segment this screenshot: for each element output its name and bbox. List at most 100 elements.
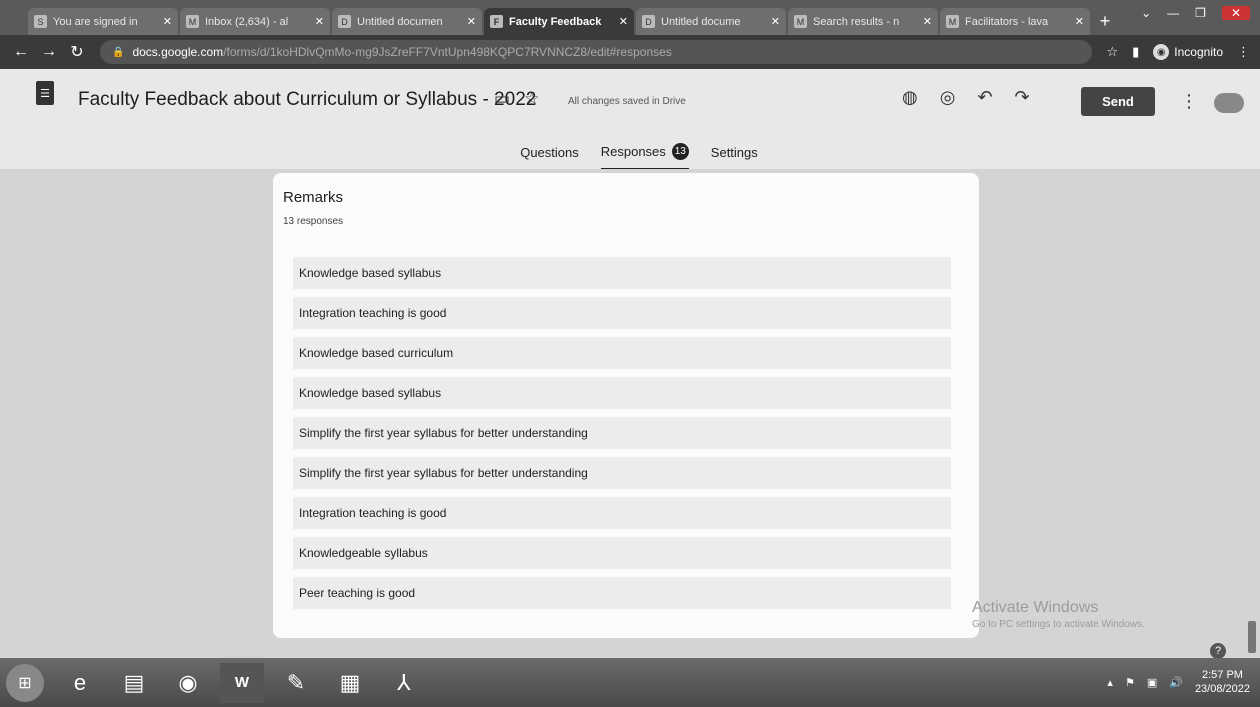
browser-tab[interactable]: M Inbox (2,634) - al ✕ xyxy=(180,8,330,35)
clock-time: 2:57 PM xyxy=(1201,669,1243,681)
responses-content: Remarks 13 responses Knowledge based syl… xyxy=(0,169,1260,659)
url-host: docs.google.com xyxy=(132,45,224,59)
close-tab-icon[interactable]: ✕ xyxy=(1075,15,1084,28)
tab-title: Facilitators - lava xyxy=(965,15,1049,28)
close-tab-icon[interactable]: ✕ xyxy=(315,15,324,28)
tab-responses[interactable]: Responses 13 xyxy=(600,143,689,170)
tab-title: Untitled docume xyxy=(661,15,741,28)
tab-favicon-icon: D xyxy=(338,15,351,28)
close-tab-icon[interactable]: ✕ xyxy=(467,15,476,28)
browser-tab[interactable]: D Untitled docume ✕ xyxy=(636,8,786,35)
save-status: All changes saved in Drive xyxy=(568,96,686,107)
address-toolbar: ← → ↻ 🔒 docs.google.com/forms/d/1koHDlvQ… xyxy=(0,35,1260,69)
bookmark-star-icon[interactable]: ☆ xyxy=(1106,44,1118,60)
response-item: Knowledge based curriculum xyxy=(293,337,951,369)
volume-icon[interactable]: 🔊 xyxy=(1169,676,1183,689)
lock-icon[interactable]: 🔒 xyxy=(112,47,124,58)
tab-title: Inbox (2,634) - al xyxy=(205,15,289,28)
tray-expand-icon[interactable]: ▴ xyxy=(1107,676,1113,689)
system-tray: ▴ ⚑ ▣ 🔊 2:57 PM 23/08/2022 xyxy=(1107,668,1250,696)
close-tab-icon[interactable]: ✕ xyxy=(771,15,780,28)
maximize-icon[interactable]: ❐ xyxy=(1195,6,1206,20)
close-tab-icon[interactable]: ✕ xyxy=(163,15,172,28)
tab-settings-label: Settings xyxy=(710,145,758,160)
browser-tab-strip: S You are signed in ✕ M Inbox (2,634) - al ✕… xyxy=(0,0,1260,35)
tab-title: You are signed in xyxy=(53,15,138,28)
start-button-icon[interactable]: ⊞ xyxy=(6,663,44,702)
internet-explorer-icon[interactable]: e xyxy=(58,663,102,703)
activate-windows-watermark: Activate Windows Go to PC settings to ac… xyxy=(972,599,1145,630)
acrobat-icon[interactable]: ⅄ xyxy=(382,663,426,703)
clock-date: 23/08/2022 xyxy=(1194,683,1250,695)
question-summary-card: Remarks 13 responses Knowledge based syl… xyxy=(273,173,979,638)
redo-icon[interactable]: ↷ xyxy=(1015,87,1030,108)
reload-icon[interactable]: ↻ xyxy=(66,42,88,62)
tab-search-chevron-icon[interactable]: ⌄ xyxy=(1141,6,1151,20)
question-title: Remarks xyxy=(283,189,344,206)
word-icon[interactable]: W xyxy=(220,662,264,703)
response-item: Simplify the first year syllabus for bet… xyxy=(293,417,951,449)
form-header: ☰ Faculty Feedback about Curriculum or S… xyxy=(0,69,1260,170)
page-scrollbar[interactable] xyxy=(1248,169,1256,658)
response-item: Knowledgeable syllabus xyxy=(293,537,951,569)
tab-title: Search results - n xyxy=(813,15,900,28)
close-window-icon[interactable]: ✕ xyxy=(1221,6,1250,20)
minimize-icon[interactable]: — xyxy=(1167,6,1179,20)
more-options-icon[interactable]: ⋮ xyxy=(1180,91,1198,112)
response-item: Knowledge based syllabus xyxy=(293,257,951,289)
paint-icon[interactable]: ✎ xyxy=(274,663,318,703)
customize-theme-palette-icon[interactable]: ◍ xyxy=(902,87,918,108)
tab-responses-label: Responses xyxy=(600,144,666,159)
help-icon[interactable]: ? xyxy=(1210,643,1226,659)
move-to-folder-icon[interactable]: ▭ xyxy=(494,89,510,109)
response-item: Integration teaching is good xyxy=(293,297,951,329)
send-button[interactable]: Send xyxy=(1081,87,1155,116)
chrome-icon[interactable]: ◉ xyxy=(166,663,210,703)
form-tabs: Questions Responses 13 Settings xyxy=(0,143,1260,170)
scrollbar-thumb[interactable] xyxy=(1248,621,1256,653)
flag-icon[interactable]: ⚑ xyxy=(1125,676,1135,689)
forms-logo-icon[interactable]: ☰ xyxy=(36,81,54,105)
tab-favicon-icon: D xyxy=(642,15,655,28)
watermark-title: Activate Windows xyxy=(972,599,1099,616)
tab-questions[interactable]: Questions xyxy=(520,143,579,170)
browser-tab-active[interactable]: F Faculty Feedback ✕ xyxy=(484,8,634,35)
close-tab-icon[interactable]: ✕ xyxy=(923,15,932,28)
side-panel-icon[interactable]: ▮ xyxy=(1132,44,1139,60)
close-tab-icon[interactable]: ✕ xyxy=(619,15,628,28)
tab-favicon-icon: M xyxy=(186,15,199,28)
response-list[interactable]: Knowledge based syllabus Integration tea… xyxy=(293,257,955,609)
star-icon[interactable]: ☆ xyxy=(524,89,539,109)
back-arrow-icon[interactable]: ← xyxy=(10,43,32,61)
incognito-indicator[interactable]: ◉ Incognito xyxy=(1153,44,1223,60)
response-item: Integration teaching is good xyxy=(293,497,951,529)
tab-favicon-icon: M xyxy=(794,15,807,28)
response-count: 13 responses xyxy=(283,216,344,227)
file-explorer-icon[interactable]: ▤ xyxy=(112,663,156,703)
form-title[interactable]: Faculty Feedback about Curriculum or Syl… xyxy=(78,89,536,111)
browser-tab[interactable]: D Untitled documen ✕ xyxy=(332,8,482,35)
avatar[interactable] xyxy=(1214,93,1244,113)
forward-arrow-icon[interactable]: → xyxy=(38,43,60,61)
incognito-label: Incognito xyxy=(1174,45,1223,59)
incognito-icon: ◉ xyxy=(1153,44,1170,60)
tab-favicon-icon: M xyxy=(946,15,959,28)
clock[interactable]: 2:57 PM 23/08/2022 xyxy=(1195,668,1250,696)
tab-favicon-icon: F xyxy=(490,15,503,28)
url-bar[interactable]: 🔒 docs.google.com/forms/d/1koHDlvQmMo-mg… xyxy=(100,40,1093,64)
url-path: /forms/d/1koHDlvQmMo-mg9JsZreFF7VntUpn49… xyxy=(223,45,672,59)
watermark-subtitle: Go to PC settings to activate Windows. xyxy=(972,619,1145,630)
undo-icon[interactable]: ↶ xyxy=(977,87,992,108)
response-item: Simplify the first year syllabus for bet… xyxy=(293,457,951,489)
network-app-icon[interactable]: ▦ xyxy=(328,663,372,703)
browser-tab[interactable]: M Search results - n ✕ xyxy=(788,8,938,35)
tab-favicon-icon: S xyxy=(34,15,47,28)
tab-title: Faculty Feedback xyxy=(509,15,602,28)
new-tab-icon[interactable]: + xyxy=(1092,8,1118,35)
network-icon[interactable]: ▣ xyxy=(1147,676,1157,689)
browser-tab[interactable]: M Facilitators - lava ✕ xyxy=(940,8,1090,35)
browser-tab[interactable]: S You are signed in ✕ xyxy=(28,8,178,35)
browser-menu-icon[interactable]: ⋮ xyxy=(1237,44,1250,60)
preview-eye-icon[interactable]: ◎ xyxy=(940,87,956,108)
tab-settings[interactable]: Settings xyxy=(711,143,758,170)
